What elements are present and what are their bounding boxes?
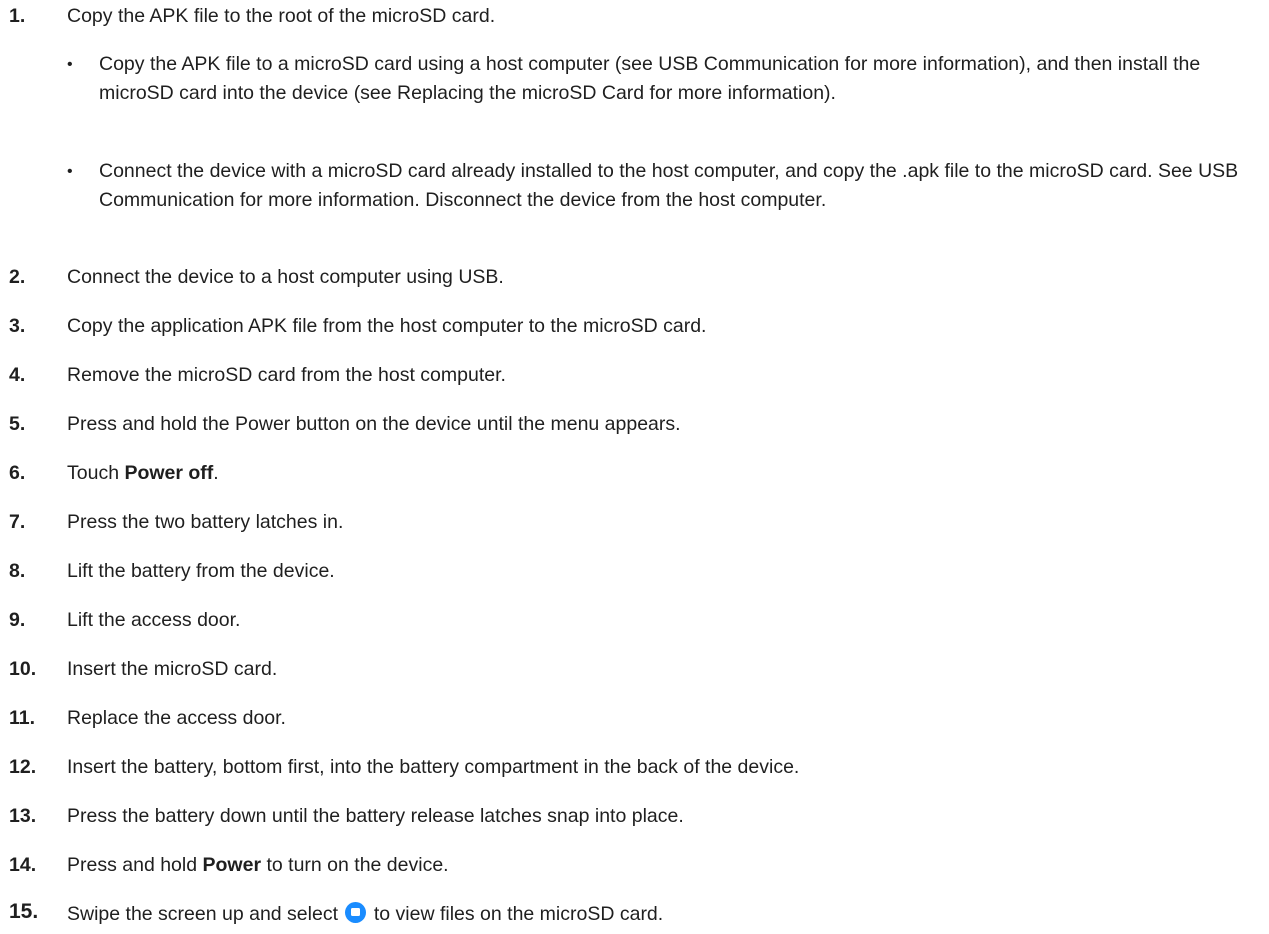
document-page: 1. Copy the APK file to the root of the … xyxy=(0,0,1269,934)
step-text: Connect the device to a host computer us… xyxy=(67,266,504,288)
step-number: 14. xyxy=(9,854,37,876)
step-number: 6. xyxy=(9,462,26,484)
step-number: 7. xyxy=(9,511,26,533)
ui-label-power-off: Power off xyxy=(124,462,214,484)
step-number: 3. xyxy=(9,315,26,337)
step-text: Lift the access door. xyxy=(67,609,241,631)
step-text-post: to turn on the device. xyxy=(261,854,449,876)
step-text: Copy the APK file to the root of the mic… xyxy=(67,5,496,27)
step-text-pre: Touch xyxy=(67,462,125,484)
step-text: Press the battery down until the battery… xyxy=(67,805,684,827)
step-number: 5. xyxy=(9,413,26,435)
files-app-icon xyxy=(345,902,367,923)
step-number: 11. xyxy=(9,707,36,729)
step-text: Press and hold Power to turn on the devi… xyxy=(67,851,1249,880)
sub-step-text: Copy the APK file to a microSD card usin… xyxy=(99,53,1201,104)
sub-step-text: Connect the device with a microSD card a… xyxy=(99,160,1239,211)
step-text-pre: Swipe the screen up and select xyxy=(67,903,344,925)
step-text: Lift the battery from the device. xyxy=(67,560,335,582)
bullet-marker: • xyxy=(67,56,73,73)
step-text-post: to view files on the microSD card. xyxy=(368,903,664,925)
ui-label-power: Power xyxy=(202,854,262,876)
step-number: 1. xyxy=(9,5,26,27)
step-text: Touch Power off. xyxy=(67,459,1249,488)
bullet-marker: • xyxy=(67,163,73,180)
step-text-pre: Press and hold xyxy=(67,854,203,876)
step-number: 12. xyxy=(9,756,37,778)
step-text: Remove the microSD card from the host co… xyxy=(67,364,506,386)
step-number: 10. xyxy=(9,658,37,680)
step-text: Swipe the screen up and select to view f… xyxy=(67,900,1249,929)
step-number: 8. xyxy=(9,560,26,582)
step-text-post: . xyxy=(213,462,219,484)
step-text: Replace the access door. xyxy=(67,707,286,729)
step-number: 2. xyxy=(9,266,26,288)
step-text: Press and hold the Power button on the d… xyxy=(67,413,681,435)
step-text: Copy the application APK file from the h… xyxy=(67,315,707,337)
step-text: Insert the battery, bottom first, into t… xyxy=(67,756,800,778)
step-text: Press the two battery latches in. xyxy=(67,511,344,533)
step-number: 9. xyxy=(9,609,26,631)
step-text: Insert the microSD card. xyxy=(67,658,278,680)
step-number: 4. xyxy=(9,364,26,386)
step-number: 13. xyxy=(9,805,37,827)
step-number: 15. xyxy=(9,900,39,923)
